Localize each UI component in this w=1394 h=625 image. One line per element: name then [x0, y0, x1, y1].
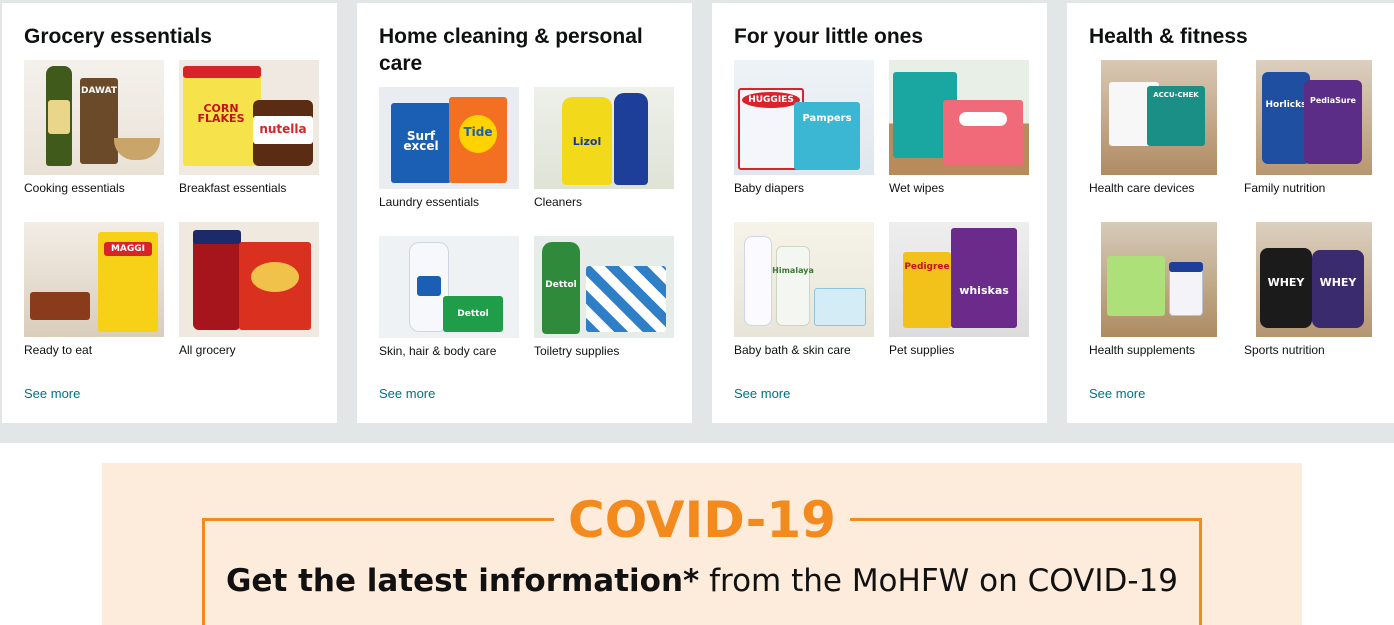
sports-nutrition-image: WHEY WHEY [1244, 222, 1384, 337]
pet-supplies-image: Pedigree whiskas [889, 222, 1029, 337]
whey-label: WHEY [1267, 276, 1305, 289]
accu-chek-label: ACCU-CHEK [1153, 91, 1199, 99]
tile-caption: Pet supplies [889, 343, 955, 357]
card-health-fitness: Health & fitness ACCU-CHEK Health care d… [1067, 3, 1394, 423]
tile-sports-nutrition[interactable]: WHEY WHEY Sports nutrition [1244, 222, 1384, 358]
tile-wet-wipes[interactable]: Wet wipes [889, 60, 1029, 196]
covid-banner[interactable]: COVID-19 Get the latest information* fro… [102, 463, 1302, 625]
tile-toiletry-supplies[interactable]: Dettol Toiletry supplies [534, 236, 674, 359]
nutella-label: nutella [259, 122, 307, 136]
covid-subtitle-rest: from the MoHFW on COVID-19 [699, 563, 1178, 599]
tile-caption: Breakfast essentials [179, 181, 287, 195]
corn-flakes-label: CORN FLAKES [197, 102, 245, 125]
tile-caption: Cleaners [534, 195, 583, 209]
tile-family-nutrition[interactable]: Horlicks PediaSure Family nutrition [1244, 60, 1384, 196]
covid-title: COVID-19 [102, 491, 1302, 549]
cooking-essentials-image: DAWAT [24, 60, 164, 175]
laundry-essentials-image: Surf excel Tide [379, 87, 519, 189]
surf-label: Surf excel [403, 129, 439, 153]
tile-pet-supplies[interactable]: Pedigree whiskas Pet supplies [889, 222, 1029, 358]
see-more-link[interactable]: See more [379, 386, 435, 401]
tile-caption: Cooking essentials [24, 181, 125, 195]
tile-caption: Sports nutrition [1244, 343, 1325, 357]
card-title: For your little ones [734, 25, 924, 48]
health-supplements-image [1089, 222, 1229, 337]
covid-title-text: COVID-19 [554, 491, 850, 549]
pediasure-label: PediaSure [1310, 96, 1356, 105]
tile-caption: All grocery [179, 343, 236, 357]
tide-label: Tide [463, 125, 493, 139]
tile-caption: Toiletry supplies [534, 344, 620, 358]
card-title: Health & fitness [1089, 25, 1248, 48]
tile-health-supplements[interactable]: Health supplements [1089, 222, 1229, 358]
tile-cleaners[interactable]: Lizol Cleaners [534, 87, 674, 210]
tile-cooking-essentials[interactable]: DAWAT Cooking essentials [24, 60, 164, 196]
tile-caption: Wet wipes [889, 181, 945, 195]
tile-caption: Skin, hair & body care [379, 344, 497, 358]
tile-health-care-devices[interactable]: ACCU-CHEK Health care devices [1089, 60, 1229, 196]
whiskas-label: whiskas [959, 284, 1009, 297]
baby-bath-skin-image: Himalaya [734, 222, 874, 337]
dawat-label: DAWAT [81, 86, 117, 96]
card-title: Home cleaning & personal care [379, 25, 643, 75]
see-more-link[interactable]: See more [1089, 386, 1145, 401]
category-cards: Grocery essentials DAWAT Cooking essenti… [0, 3, 1394, 423]
health-care-devices-image: ACCU-CHEK [1089, 60, 1229, 175]
maggi-label: MAGGI [110, 244, 146, 254]
pampers-label: Pampers [802, 113, 852, 124]
card-little-ones: For your little ones HUGGIES Pampers Bab… [712, 3, 1047, 423]
tile-caption: Laundry essentials [379, 195, 480, 209]
tile-baby-diapers[interactable]: HUGGIES Pampers Baby diapers [734, 60, 874, 196]
breakfast-essentials-image: CORN FLAKES nutella [179, 60, 319, 175]
pedigree-label: Pedigree [904, 262, 950, 272]
tile-caption: Health care devices [1089, 181, 1195, 195]
tile-breakfast-essentials[interactable]: CORN FLAKES nutella Breakfast essentials [179, 60, 319, 196]
tile-caption: Baby bath & skin care [734, 343, 851, 357]
covid-banner-section: COVID-19 Get the latest information* fro… [0, 443, 1394, 625]
tile-caption: Baby diapers [734, 181, 805, 195]
tile-ready-to-eat[interactable]: MAGGI Ready to eat [24, 222, 164, 358]
cleaners-image: Lizol [534, 87, 674, 189]
huggies-label: HUGGIES [748, 95, 794, 105]
tile-caption: Ready to eat [24, 343, 93, 357]
tile-baby-bath-skin[interactable]: Himalaya Baby bath & skin care [734, 222, 874, 358]
horlicks-label: Horlicks [1265, 100, 1307, 110]
tile-laundry-essentials[interactable]: Surf excel Tide Laundry essentials [379, 87, 519, 210]
baby-diapers-image: HUGGIES Pampers [734, 60, 874, 175]
dettol-bottle-label: Dettol [545, 280, 577, 290]
tile-caption: Family nutrition [1244, 181, 1326, 195]
lizol-label: Lizol [572, 135, 602, 148]
card-grocery-essentials: Grocery essentials DAWAT Cooking essenti… [2, 3, 337, 423]
dettol-soap-label: Dettol [457, 309, 489, 319]
covid-subtitle: Get the latest information* from the MoH… [102, 563, 1302, 599]
all-grocery-image [179, 222, 319, 337]
wet-wipes-image [889, 60, 1029, 175]
toiletry-supplies-image: Dettol [534, 236, 674, 338]
skin-hair-body-image: Dettol [379, 236, 519, 338]
himalaya-label: Himalaya [772, 266, 814, 275]
tile-all-grocery[interactable]: All grocery [179, 222, 319, 358]
covid-subtitle-bold: Get the latest information* [225, 563, 700, 599]
see-more-link[interactable]: See more [24, 386, 80, 401]
card-home-cleaning: Home cleaning & personal care Surf excel… [357, 3, 692, 423]
tile-skin-hair-body[interactable]: Dettol Skin, hair & body care [379, 236, 519, 359]
card-title: Grocery essentials [24, 25, 212, 48]
tile-caption: Health supplements [1089, 343, 1196, 357]
family-nutrition-image: Horlicks PediaSure [1244, 60, 1384, 175]
ready-to-eat-image: MAGGI [24, 222, 164, 337]
see-more-link[interactable]: See more [734, 386, 790, 401]
whey-label-2: WHEY [1319, 276, 1357, 289]
